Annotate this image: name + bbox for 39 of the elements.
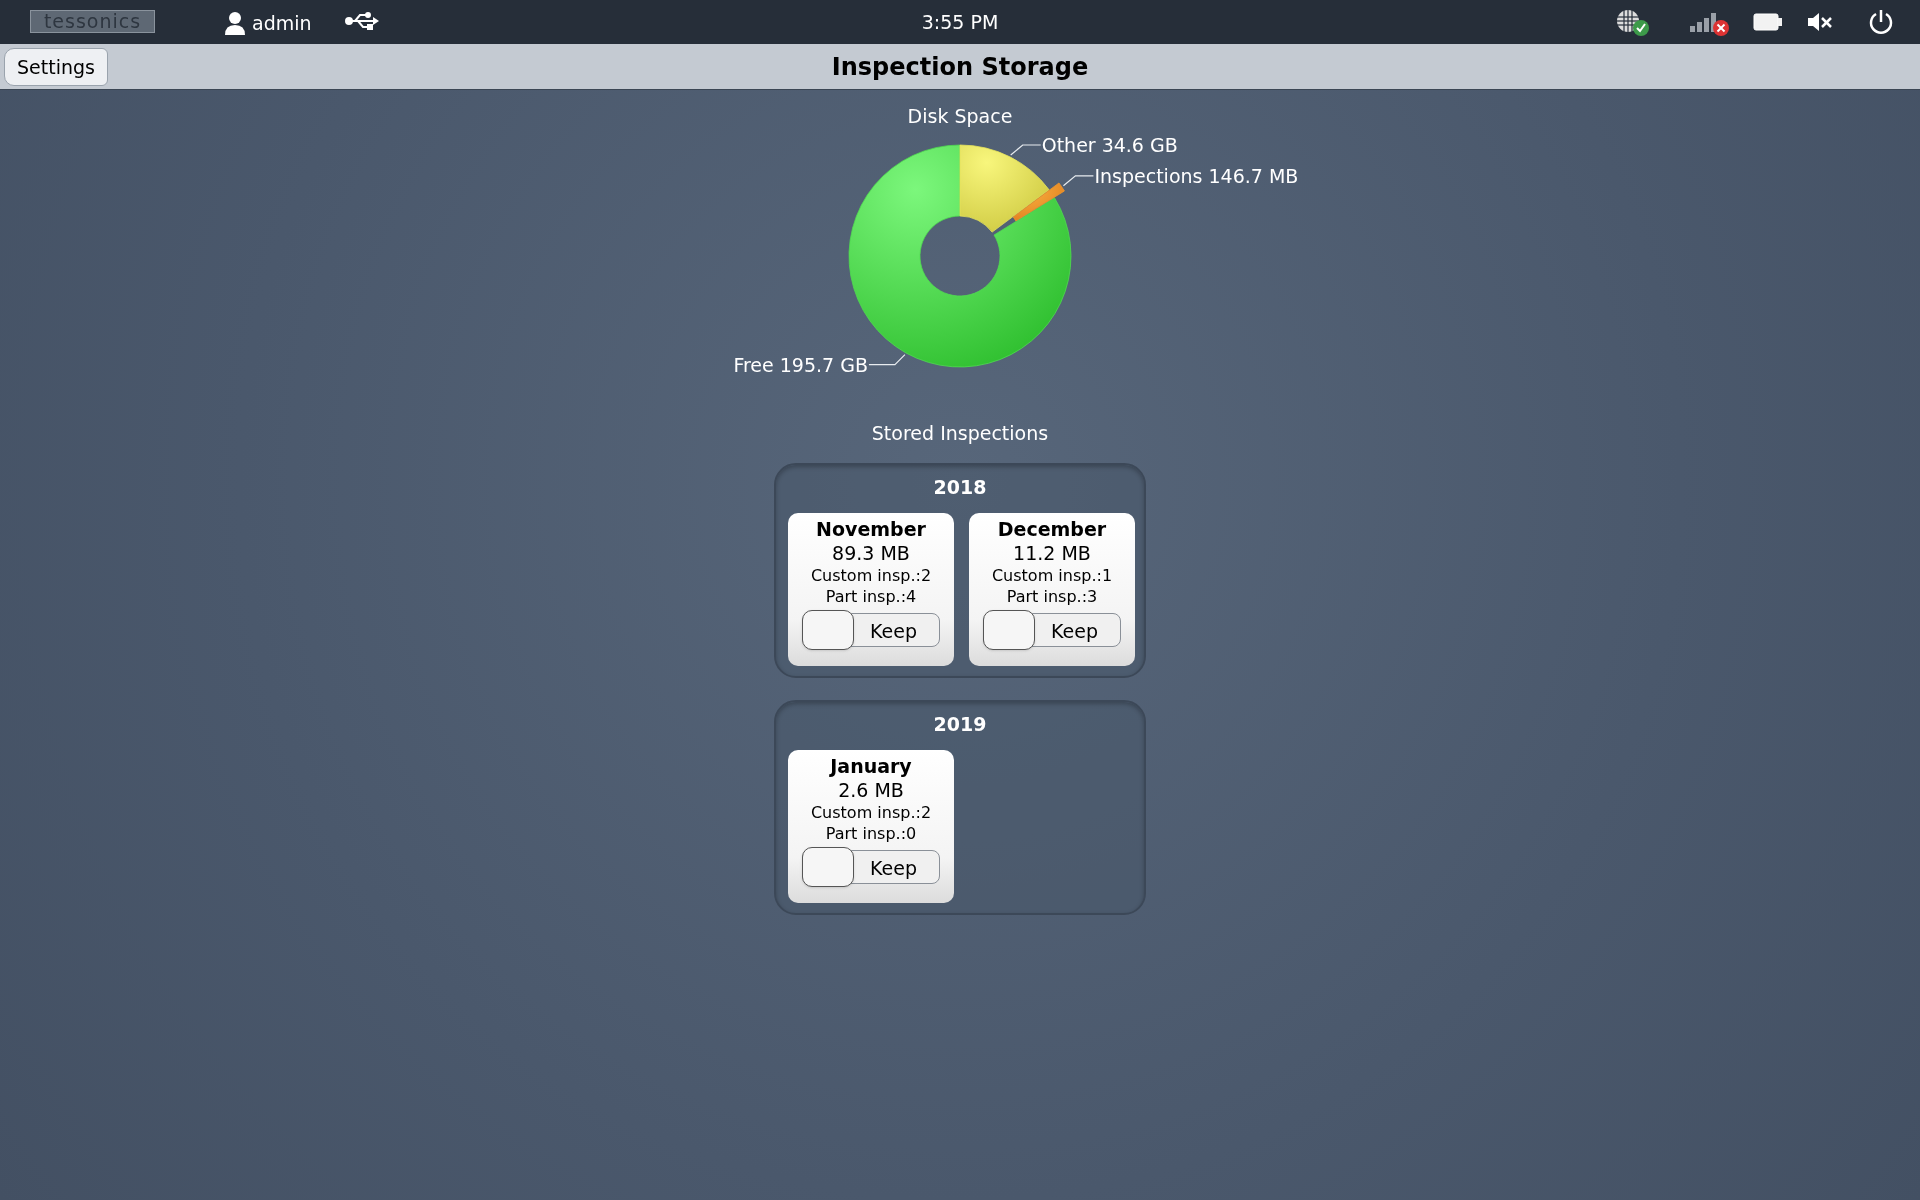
slice-category: Inspections [1094, 164, 1203, 187]
chart-title: Disk Space [907, 104, 1013, 129]
month-size: 2.6 MB [838, 777, 904, 802]
signal-icon [1688, 10, 1732, 36]
network-icon [1615, 9, 1651, 37]
slice-value: 34.6 GB [1101, 134, 1178, 156]
keep-toggle[interactable]: Keep [983, 612, 1121, 647]
part-inspections-count: Part insp.:4 [825, 585, 917, 607]
slice-value: 195.7 GB [779, 353, 868, 376]
usb-icon [345, 12, 379, 30]
year-label: 2019 [933, 711, 987, 736]
month-name: January [830, 753, 912, 778]
leader-line [1062, 175, 1095, 187]
battery-icon [1753, 12, 1783, 32]
section-title: Stored Inspections [871, 421, 1049, 446]
part-inspections-count: Part insp.:0 [825, 822, 917, 844]
power-icon[interactable] [1868, 9, 1894, 35]
slice-value: 146.7 MB [1208, 164, 1299, 187]
keep-toggle[interactable]: Keep [802, 849, 940, 884]
settings-back-button[interactable]: Settings [4, 48, 108, 86]
month-size: 89.3 MB [832, 540, 910, 565]
custom-inspections-count: Custom insp.:2 [810, 801, 932, 823]
page-title: Inspection Storage [831, 51, 1089, 83]
leader-line [868, 354, 906, 366]
user-name: admin [252, 11, 312, 36]
year-label: 2018 [933, 474, 987, 499]
month-name: December [997, 516, 1107, 541]
part-inspections-count: Part insp.:3 [1006, 585, 1098, 607]
clock: 3:55 PM [921, 9, 999, 35]
mute-icon [1807, 12, 1833, 32]
month-name: November [816, 516, 926, 541]
custom-inspections-count: Custom insp.:2 [810, 564, 932, 586]
slice-category: Other [1041, 134, 1096, 156]
slice-category: Free [733, 353, 774, 376]
keep-toggle[interactable]: Keep [802, 612, 940, 647]
month-size: 11.2 MB [1013, 540, 1091, 565]
leader-line [1010, 144, 1042, 156]
user-icon [224, 11, 246, 36]
custom-inspections-count: Custom insp.:1 [991, 564, 1113, 586]
